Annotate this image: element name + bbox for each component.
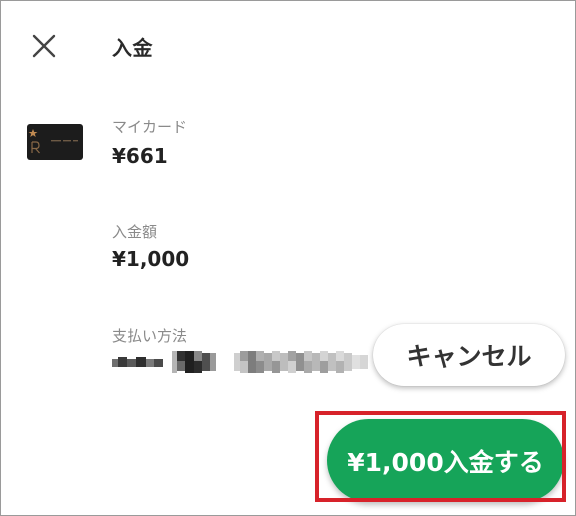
card-label: マイカード [112, 118, 188, 136]
payment-method-redacted [112, 351, 368, 373]
deposit-dialog: 入金 マイカード ¥661 入金額 ¥1,000 支払い方法 キャンセル ¥1,… [0, 0, 576, 516]
amount-label: 入金額 [112, 223, 158, 241]
card-thumbnail [27, 124, 83, 160]
highlight-box [315, 411, 566, 502]
page-title: 入金 [112, 36, 153, 60]
card-balance: ¥661 [112, 144, 168, 168]
cancel-button[interactable]: キャンセル [373, 324, 565, 386]
payment-method-label: 支払い方法 [112, 327, 188, 345]
amount-value: ¥1,000 [112, 247, 190, 271]
close-icon [32, 34, 56, 58]
close-button[interactable] [27, 29, 61, 63]
